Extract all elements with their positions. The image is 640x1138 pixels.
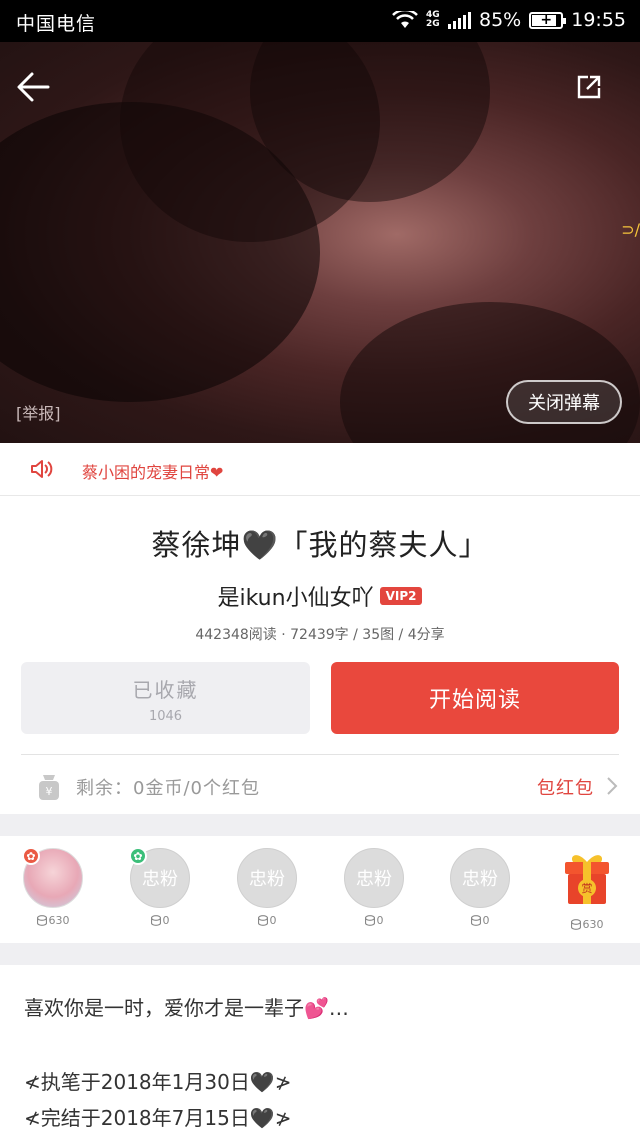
signal-icon bbox=[448, 11, 471, 29]
fan-item[interactable]: ✿ 630 bbox=[20, 847, 86, 927]
status-bar: 中国电信 4G 2G 85% + 19:55 bbox=[0, 0, 640, 42]
book-title: 蔡徐坤🖤「我的蔡夫人」 bbox=[151, 528, 489, 562]
red-packet-link[interactable]: 包红包 bbox=[537, 774, 594, 800]
divider bbox=[21, 754, 619, 755]
svg-text:赏: 赏 bbox=[582, 882, 593, 895]
edge-decoration: ⊃/ bbox=[621, 220, 640, 239]
favorite-label: 已收藏 bbox=[132, 678, 199, 702]
fan-placeholder[interactable]: 忠粉 ✿ bbox=[129, 847, 190, 908]
coin-icon bbox=[470, 915, 481, 926]
share-icon[interactable] bbox=[576, 74, 602, 100]
battery-percent: 85% bbox=[479, 9, 522, 31]
fan-coins: 0 bbox=[127, 914, 193, 927]
section-gap bbox=[0, 943, 640, 965]
fan-placeholder[interactable]: 忠粉 bbox=[237, 848, 297, 908]
favorite-count: 1046 bbox=[148, 709, 183, 724]
fan-coins: 630 bbox=[20, 914, 86, 927]
network-type: 4G 2G bbox=[426, 10, 440, 29]
reward-item[interactable]: 赏 630 bbox=[554, 848, 620, 931]
coin-icon bbox=[150, 915, 161, 926]
wifi-icon bbox=[392, 11, 418, 28]
chevron-right-icon[interactable] bbox=[606, 776, 618, 796]
favorite-button[interactable]: 已收藏 1046 bbox=[21, 662, 310, 734]
fan-item[interactable]: 忠粉 0 bbox=[234, 848, 300, 927]
rank-badge-icon: ✿ bbox=[22, 847, 40, 865]
cover-image: ⊃/ [举报] 关闭弹幕 bbox=[0, 42, 640, 443]
description-line: ≮完结于2018年7月15日🖤≯ bbox=[24, 1106, 292, 1130]
book-stats: 442348阅读 · 72439字 / 35图 / 4分享 bbox=[195, 627, 445, 643]
status-icons: 4G 2G 85% + 19:55 bbox=[392, 9, 626, 31]
speaker-icon bbox=[31, 460, 53, 478]
fan-coins: 0 bbox=[341, 914, 407, 927]
vip-badge: VIP2 bbox=[379, 587, 423, 605]
fan-coins: 630 bbox=[554, 918, 620, 931]
coin-icon bbox=[570, 919, 581, 930]
battery-icon: + bbox=[529, 11, 567, 29]
description-line: ≮执笔于2018年1月30日🖤≯ bbox=[24, 1070, 292, 1094]
gift-reward-icon[interactable]: 赏 bbox=[559, 848, 615, 908]
fan-placeholder[interactable]: 忠粉 bbox=[450, 848, 510, 908]
fan-coins: 0 bbox=[447, 914, 513, 927]
report-link[interactable]: [举报] bbox=[16, 400, 61, 424]
coin-icon bbox=[257, 915, 268, 926]
svg-text:¥: ¥ bbox=[46, 785, 53, 798]
fan-item[interactable]: 忠粉 0 bbox=[447, 848, 513, 927]
book-description: 喜欢你是一时，爱你才是一辈子💕… ≮执笔于2018年1月30日🖤≯ ≮完结于20… bbox=[24, 990, 624, 1136]
notice-bar[interactable]: 蔡小困的宠妻日常❤ bbox=[0, 443, 640, 496]
notice-text: 蔡小困的宠妻日常❤ bbox=[82, 463, 224, 482]
money-bag-icon: ¥ bbox=[39, 775, 59, 800]
carrier-name: 中国电信 bbox=[16, 13, 97, 35]
avatar[interactable]: ✿ bbox=[22, 847, 83, 908]
fan-item[interactable]: 忠粉 ✿ 0 bbox=[127, 847, 193, 927]
back-arrow-icon[interactable] bbox=[14, 68, 52, 106]
author-row[interactable]: 是ikun小仙女吖 VIP2 bbox=[0, 580, 640, 612]
author-name[interactable]: 是ikun小仙女吖 bbox=[218, 580, 374, 612]
fan-coins: 0 bbox=[234, 914, 300, 927]
balance-text: 剩余：0金币/0个红包 bbox=[76, 778, 260, 799]
section-gap bbox=[0, 814, 640, 836]
coin-icon bbox=[36, 915, 47, 926]
description-line: 喜欢你是一时，爱你才是一辈子💕… bbox=[24, 996, 349, 1020]
clock: 19:55 bbox=[571, 9, 626, 31]
fan-placeholder[interactable]: 忠粉 bbox=[344, 848, 404, 908]
rank-badge-icon: ✿ bbox=[129, 847, 147, 865]
fan-item[interactable]: 忠粉 0 bbox=[341, 848, 407, 927]
fans-row: ✿ 630 忠粉 ✿ 0 忠粉 0 忠粉 0 忠粉 0 赏 630 bbox=[0, 836, 640, 943]
start-reading-button[interactable]: 开始阅读 bbox=[331, 662, 619, 734]
balance-row: ¥ 剩余：0金币/0个红包 包红包 bbox=[0, 756, 640, 814]
coin-icon bbox=[364, 915, 375, 926]
close-danmaku-button[interactable]: 关闭弹幕 bbox=[506, 380, 622, 424]
